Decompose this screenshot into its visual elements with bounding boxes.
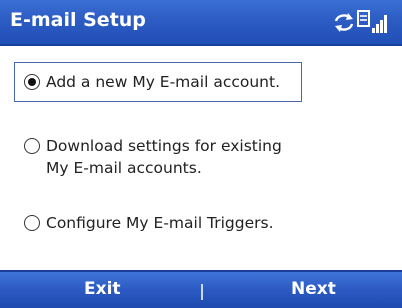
exit-softkey[interactable]: Exit [84, 279, 121, 299]
option-label: Add a new My E-mail account. [46, 73, 280, 91]
data-connection-icon [357, 10, 370, 27]
status-icons [334, 10, 387, 33]
option-label: Configure My E-mail Triggers. [46, 214, 274, 232]
sync-arrows-icon [334, 13, 354, 32]
radio-unselected-icon[interactable] [24, 138, 40, 154]
radio-unselected-icon[interactable] [24, 215, 40, 231]
radio-selected-icon[interactable] [24, 74, 40, 90]
option-add-new-account[interactable]: Add a new My E-mail account. [24, 71, 280, 93]
option-label: Download settings for existing My E-mail… [46, 137, 282, 177]
page-title: E-mail Setup [10, 9, 146, 31]
email-setup-screen: E-mail Setup Add a new My E-mail account… [0, 0, 402, 308]
title-bar: E-mail Setup [0, 0, 402, 46]
softkey-bar: Exit Next [0, 270, 402, 308]
next-softkey[interactable]: Next [291, 279, 336, 299]
option-configure-triggers[interactable]: Configure My E-mail Triggers. [24, 212, 274, 234]
softkey-divider [201, 284, 203, 300]
option-download-settings[interactable]: Download settings for existing My E-mail… [24, 135, 282, 179]
signal-strength-icon [372, 15, 387, 33]
